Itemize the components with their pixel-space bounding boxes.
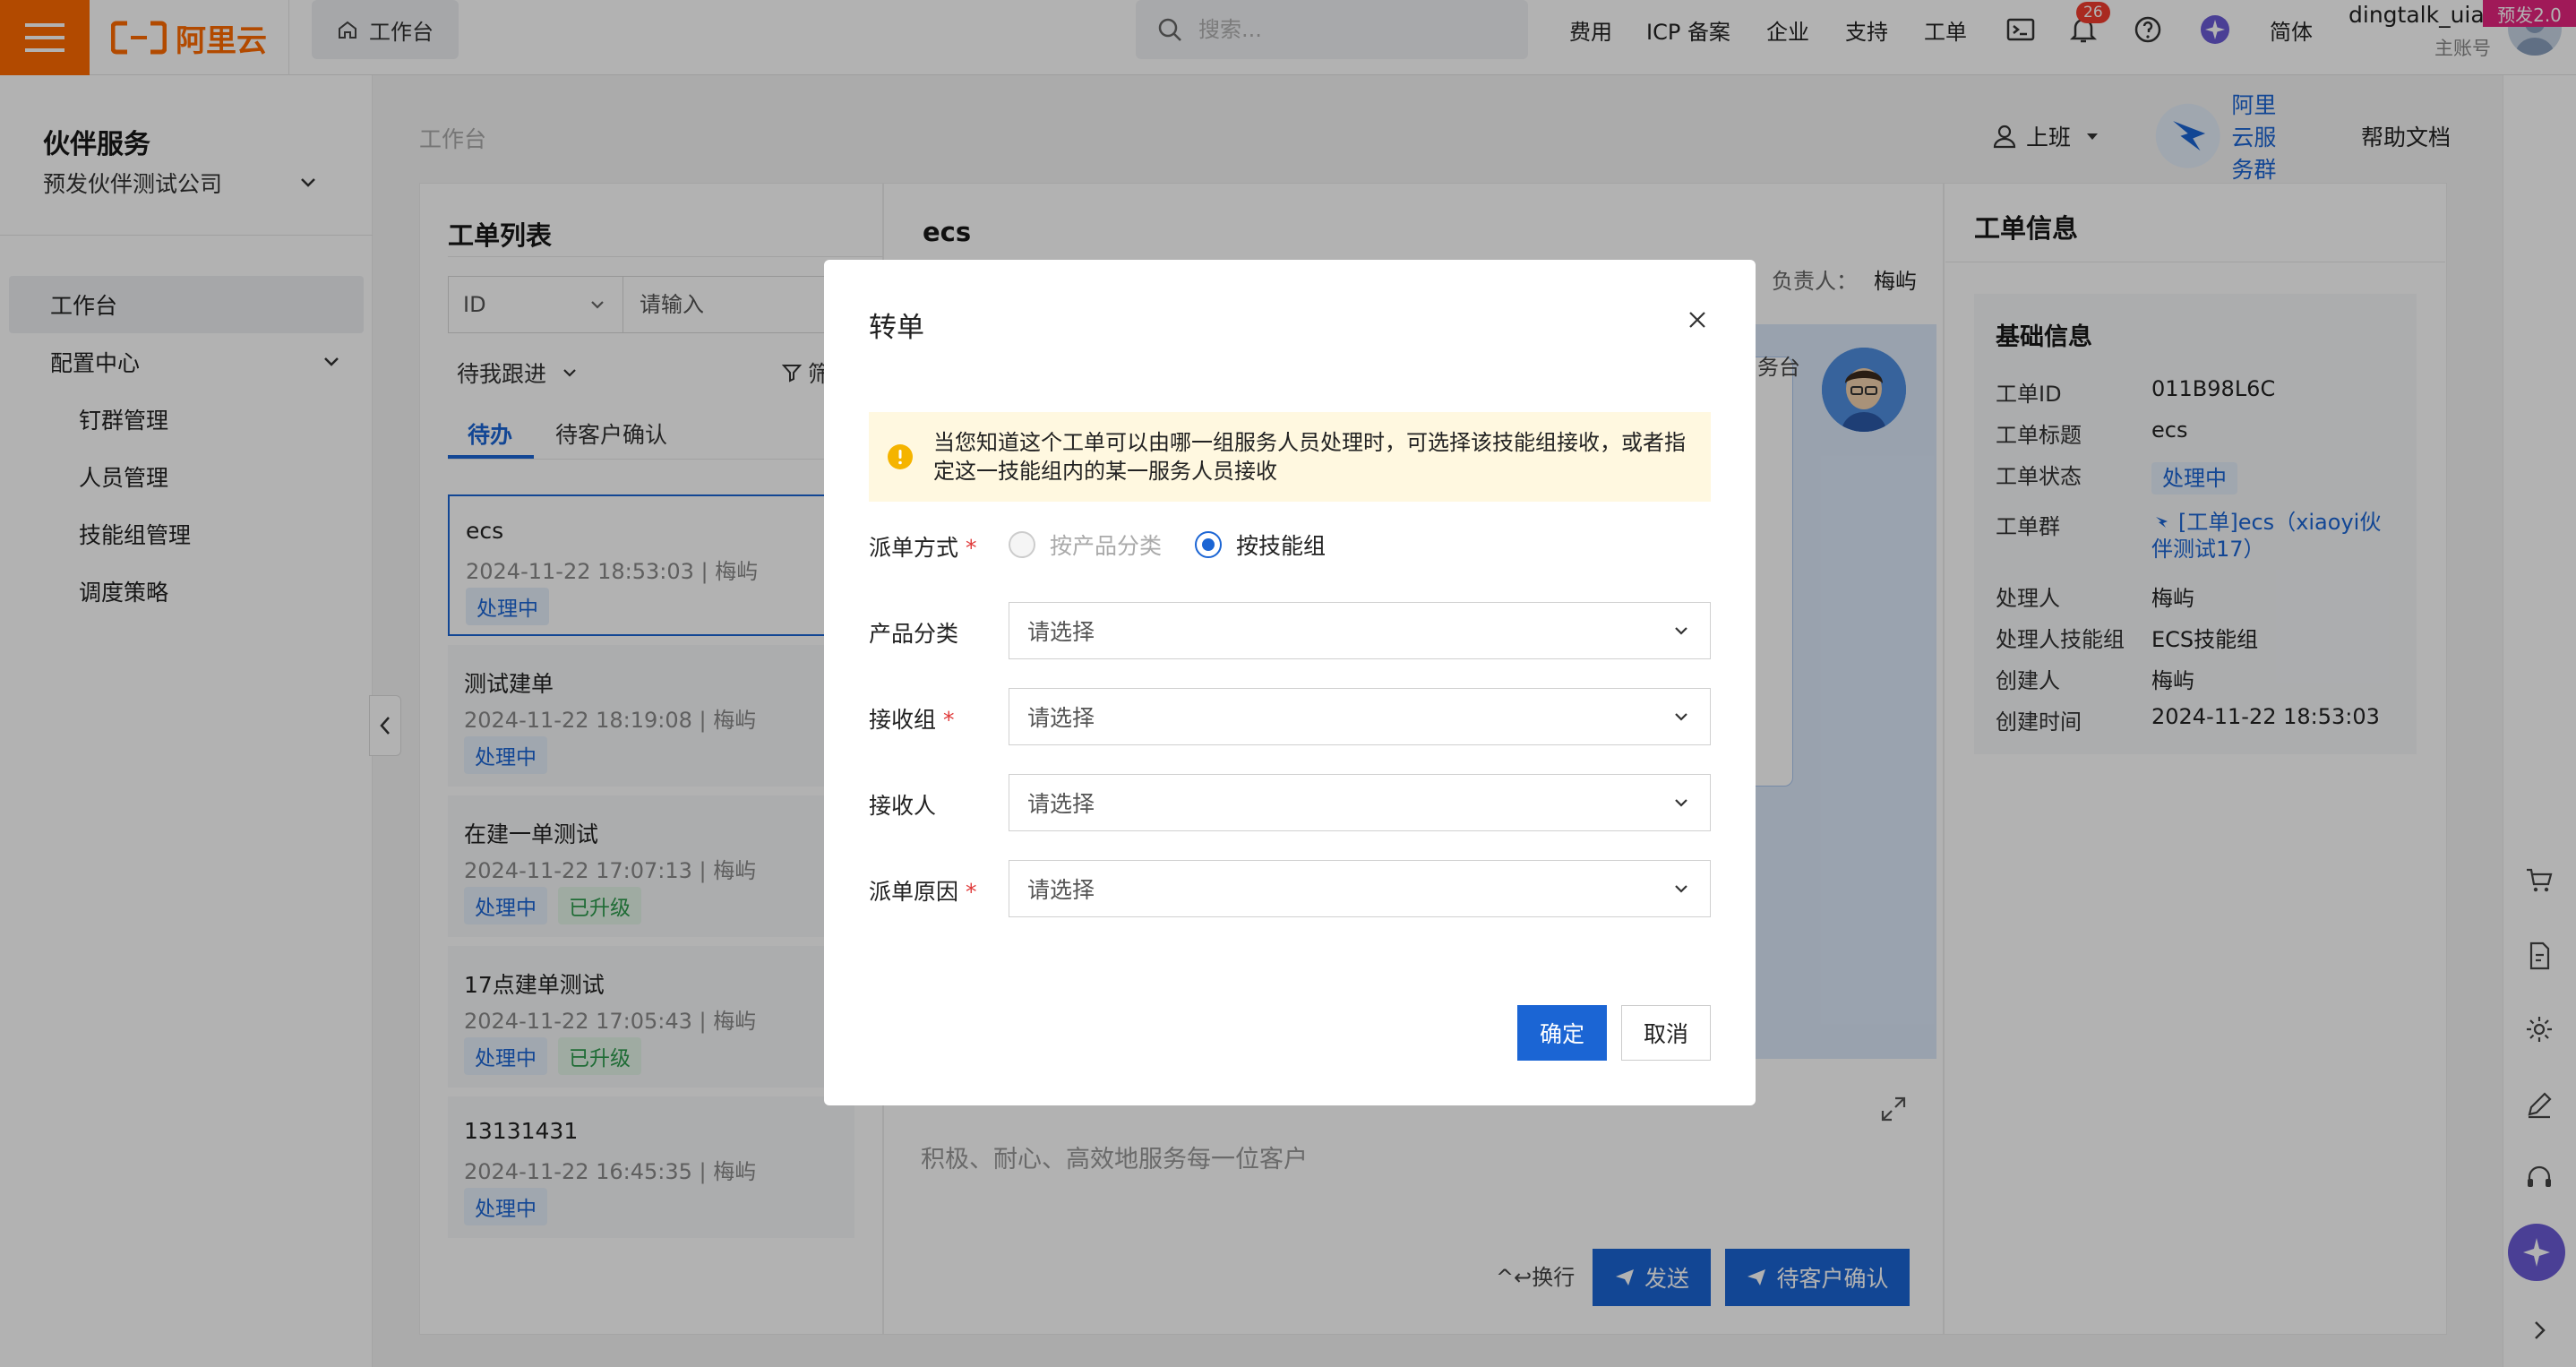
select-placeholder: 请选择 [1027,877,1095,903]
transfer-modal [824,260,1756,1105]
field-label: 接收人 [869,793,937,819]
select-placeholder: 请选择 [1027,619,1095,645]
select-placeholder: 请选择 [1027,791,1095,817]
receiving-group-select[interactable]: 请选择 [1009,688,1711,745]
radio-label: 按产品分类 [1050,533,1163,559]
cancel-button[interactable]: 取消 [1621,1005,1711,1061]
receiver-select[interactable]: 请选择 [1009,774,1711,831]
info-alert: 当您知道这个工单可以由哪一组服务人员处理时，可选择该技能组接收，或者指定这一技能… [869,412,1711,502]
confirm-button[interactable]: 确定 [1517,1005,1607,1061]
required-mark: * [966,879,977,905]
chevron-down-icon [1675,799,1687,807]
chevron-down-icon [1675,713,1687,721]
dispatch-reason-select[interactable]: 请选择 [1009,860,1711,917]
radio-circle-selected [1195,531,1222,558]
chevron-down-icon [1675,627,1687,635]
required-mark: * [943,707,955,733]
receiver-label: 接收人 [869,788,936,821]
radio-by-skill-group[interactable]: 按技能组 [1195,527,1326,563]
field-label: 产品分类 [869,621,959,647]
field-label: 派单原因 [869,879,959,905]
alert-text: 当您知道这个工单可以由哪一组服务人员处理时，可选择该技能组接收，或者指定这一技能… [933,430,1686,484]
close-icon [1689,312,1705,328]
warning-icon [888,444,913,469]
chevron-down-icon [1675,885,1687,893]
product-category-label: 产品分类 [869,616,958,649]
modal-title: 转单 [869,312,924,344]
modal-close-button[interactable] [1682,305,1713,335]
radio-circle [1009,531,1035,558]
dispatch-mode-label: 派单方式 * [869,530,977,563]
select-placeholder: 请选择 [1027,705,1095,731]
receiving-group-label: 接收组 * [869,702,955,735]
radio-by-product[interactable]: 按产品分类 [1009,527,1162,563]
dispatch-reason-label: 派单原因 * [869,874,977,907]
required-mark: * [966,535,977,561]
radio-label: 按技能组 [1236,533,1327,559]
product-category-select[interactable]: 请选择 [1009,602,1711,659]
field-label: 派单方式 [869,535,959,561]
field-label: 接收组 [869,707,937,733]
